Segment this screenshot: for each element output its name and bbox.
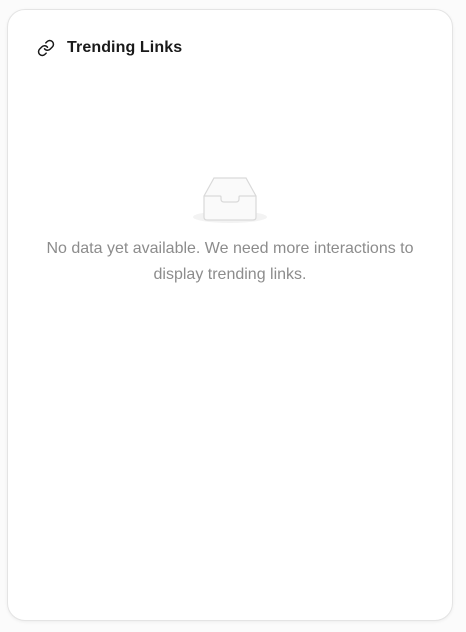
empty-state: No data yet available. We need more inte… xyxy=(8,172,452,288)
card-title: Trending Links xyxy=(67,39,183,56)
empty-state-message: No data yet available. We need more inte… xyxy=(46,240,414,283)
link-icon xyxy=(36,38,56,58)
card-header: Trending Links xyxy=(36,36,182,60)
empty-inbox-icon xyxy=(190,172,270,228)
trending-links-card: Trending Links No data yet available. We… xyxy=(7,9,453,621)
